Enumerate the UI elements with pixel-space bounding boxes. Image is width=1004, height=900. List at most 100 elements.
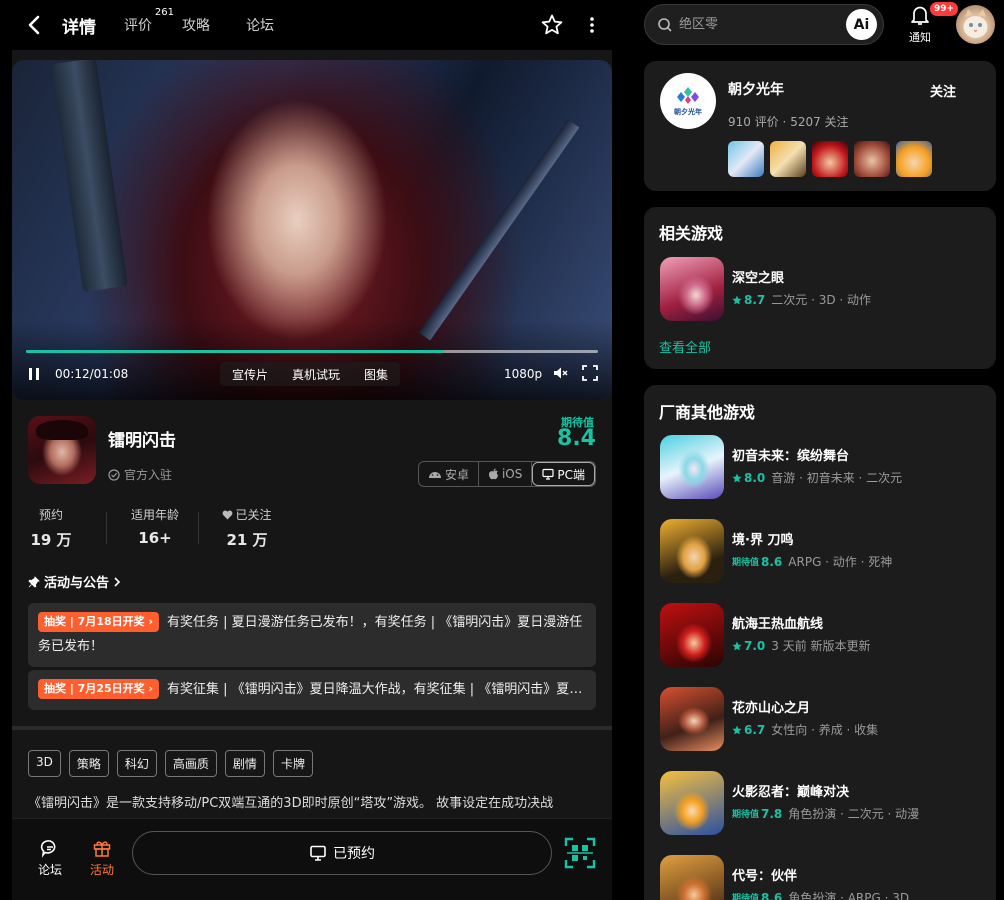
video-time: 00:12/01:08 <box>55 367 129 381</box>
lottery-badge-label: 抽奖 | 7月18日开奖 <box>44 615 145 628</box>
resolution-selector[interactable]: 1080p <box>504 367 542 381</box>
game-icon <box>660 519 724 583</box>
game-score: 8.6 <box>761 890 783 900</box>
mute-button[interactable] <box>552 365 568 385</box>
tab-forum[interactable]: 论坛 <box>246 15 274 35</box>
related-games-card: 相关游戏 深空之眼 8.7 二次元 · 3D · 动作 查看全部 <box>644 207 996 369</box>
star-icon <box>732 725 742 734</box>
game-rating: 期待值 8.6 <box>732 555 782 569</box>
tag-story[interactable]: 剧情 <box>224 750 265 777</box>
announcements-header[interactable]: 活动与公告 <box>28 572 121 591</box>
vendor-game-item[interactable]: 境·界 刀鸣 期待值 8.6 ARPG · 动作 · 死神 <box>660 519 990 583</box>
notification-count-badge: 99+ <box>930 2 959 16</box>
studio-meta: 910 评价 · 5207 关注 <box>728 115 849 129</box>
game-title: 镭明闪击 <box>108 431 176 451</box>
chat-bubble-icon <box>40 840 56 858</box>
video-progress-bar[interactable] <box>26 350 598 353</box>
studio-game-thumb[interactable] <box>770 141 806 177</box>
platform-pc[interactable]: PC端 <box>532 462 595 486</box>
qr-code-icon <box>564 837 596 869</box>
studio-followers: 5207 关注 <box>790 115 849 129</box>
game-icon <box>28 416 96 484</box>
vendor-game-item[interactable]: 航海王热血航线 7.0 3 天前 新版本更新 <box>660 603 990 667</box>
game-icon <box>660 435 724 499</box>
studio-logo[interactable]: 朝夕光年 <box>660 73 716 129</box>
tag-strategy[interactable]: 策略 <box>68 750 109 777</box>
cat-avatar-image <box>963 9 988 38</box>
announcement-item[interactable]: 抽奖 | 7月18日开奖 › 有奖任务 | 夏日漫游任务已发布！，有奖任务 | 《… <box>28 603 596 667</box>
tab-reviews-label: 评价 <box>124 18 152 34</box>
studio-game-thumb[interactable] <box>728 141 764 177</box>
star-icon <box>541 14 563 35</box>
studio-game-thumb[interactable] <box>896 141 932 177</box>
game-tags: ARPG · 动作 · 死神 <box>788 555 893 569</box>
see-all-link[interactable]: 查看全部 <box>659 337 711 356</box>
activity-button[interactable]: 活动 <box>82 835 122 878</box>
game-tags: 3 天前 新版本更新 <box>771 639 871 653</box>
more-button[interactable] <box>572 0 612 50</box>
tag-hq-graphics[interactable]: 高画质 <box>164 750 217 777</box>
tag-scifi[interactable]: 科幻 <box>116 750 157 777</box>
lottery-badge-label: 抽奖 | 7月25日开奖 <box>44 682 145 695</box>
stat-follows[interactable]: 已关注 21 万 <box>198 506 292 550</box>
tag-card[interactable]: 卡牌 <box>272 750 313 777</box>
favorite-button[interactable] <box>532 0 572 50</box>
fullscreen-button[interactable] <box>582 365 598 385</box>
video-tab-gallery[interactable]: 图集 <box>352 362 400 386</box>
platform-android-label: 安卓 <box>444 467 469 482</box>
tab-guides[interactable]: 攻略 <box>182 15 210 35</box>
forum-button[interactable]: 论坛 <box>30 835 70 878</box>
search-input[interactable] <box>679 17 839 32</box>
video-frame-art <box>51 60 128 293</box>
platform-ios-label: iOS <box>501 467 523 481</box>
game-tags: 角色扮演 · ARPG · 3D <box>788 891 910 900</box>
tab-details[interactable]: 详情 <box>61 13 97 38</box>
video-tabs: 宣传片 真机试玩 图集 <box>220 362 401 386</box>
reserved-button[interactable]: 已预约 <box>132 831 552 875</box>
game-tags: 二次元 · 3D · 动作 <box>771 293 872 307</box>
lottery-badge: 抽奖 | 7月18日开奖 › <box>38 612 160 632</box>
vendor-game-item[interactable]: 火影忍者：巅峰对决 期待值 7.8 角色扮演 · 二次元 · 动漫 <box>660 771 990 835</box>
pause-button[interactable] <box>26 366 42 382</box>
ai-assistant-button[interactable]: Ai <box>846 9 877 40</box>
vendor-game-item[interactable]: 代号：伙伴 期待值 8.6 角色扮演 · ARPG · 3D <box>660 855 990 900</box>
studio-game-thumb[interactable] <box>812 141 848 177</box>
tag-3d[interactable]: 3D <box>28 750 61 777</box>
related-game-item[interactable]: 深空之眼 8.7 二次元 · 3D · 动作 <box>660 257 990 321</box>
studio-name[interactable]: 朝夕光年 <box>728 79 784 99</box>
video-tab-gameplay[interactable]: 真机试玩 <box>280 362 352 386</box>
announcement-item[interactable]: 抽奖 | 7月25日开奖 › 有奖征集 | 《镭明闪击》夏日降温大作战，有奖征集 … <box>28 670 596 710</box>
game-name: 深空之眼 <box>732 271 785 286</box>
tab-reviews[interactable]: 评价 261 <box>124 7 174 35</box>
apple-icon <box>488 468 498 480</box>
game-score: 8.4 <box>557 426 596 451</box>
stat-value: 16+ <box>138 529 172 547</box>
scan-qr-button[interactable] <box>564 837 596 869</box>
score-label: 期待值 <box>732 558 760 568</box>
studio-card: 朝夕光年 朝夕光年 910 评价 · 5207 关注 关注 <box>644 61 996 191</box>
notifications-button[interactable]: 通知 99+ <box>904 2 959 45</box>
back-button[interactable] <box>16 0 52 50</box>
vendor-game-item[interactable]: 初音未来：缤纷舞台 8.0 音游 · 初音未来 · 二次元 <box>660 435 990 499</box>
studio-game-thumb[interactable] <box>854 141 890 177</box>
platform-ios[interactable]: iOS <box>479 462 533 486</box>
score-label: 期待值 <box>732 894 760 900</box>
studio-reviews: 910 评价 <box>728 115 779 129</box>
trailer-video[interactable]: 00:12/01:08 宣传片 真机试玩 图集 1080p <box>12 60 612 400</box>
vendor-game-item[interactable]: 花亦山心之月 6.7 女性向 · 养成 · 收集 <box>660 687 990 751</box>
game-name: 境·界 刀鸣 <box>732 533 794 548</box>
official-badge: 官方入驻 <box>108 466 172 483</box>
stat-follows-label: 已关注 <box>235 508 272 522</box>
platform-android[interactable]: 安卓 <box>419 462 479 486</box>
user-avatar[interactable] <box>956 5 995 44</box>
game-name: 航海王热血航线 <box>732 617 824 632</box>
search-bar: Ai <box>644 4 884 45</box>
video-tab-trailer[interactable]: 宣传片 <box>220 362 280 386</box>
star-icon <box>732 473 742 482</box>
follow-studio-button[interactable]: 关注 <box>930 81 956 100</box>
monitor-icon <box>542 468 554 480</box>
game-meta: 6.7 女性向 · 养成 · 收集 <box>732 721 878 738</box>
search-icon <box>658 17 672 32</box>
platform-switch: 安卓 iOS PC端 <box>417 461 596 487</box>
score-label: 期待值 <box>732 810 760 820</box>
